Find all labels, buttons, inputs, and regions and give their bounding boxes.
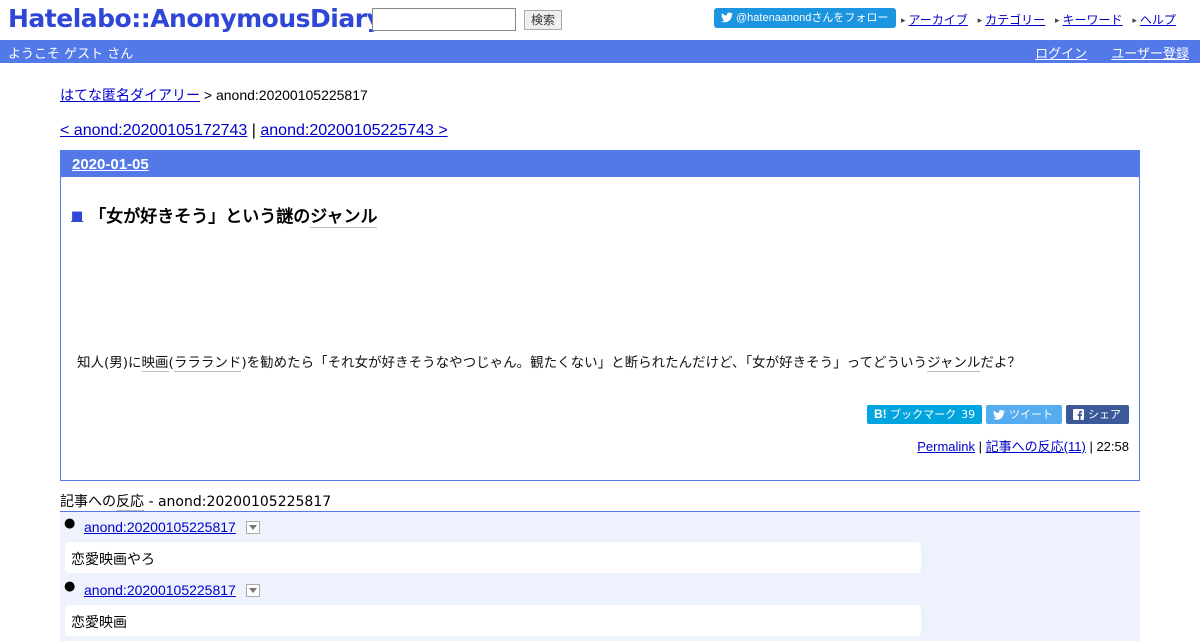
dropdown-triangle-icon bbox=[249, 525, 257, 530]
register-link[interactable]: ユーザー登録 bbox=[1111, 47, 1189, 62]
keyword-link[interactable]: 反応 bbox=[116, 494, 144, 511]
keyword-link[interactable]: ランド bbox=[200, 355, 242, 372]
chevron-right-icon: ▸ bbox=[977, 16, 983, 26]
hatena-bookmark-label: ブックマーク bbox=[890, 408, 957, 421]
reference-excerpt: 恋愛映画 bbox=[65, 605, 921, 636]
prev-entry-link[interactable]: < anond:20200105172743 bbox=[60, 122, 247, 139]
tweet-label: ツイート bbox=[1009, 408, 1053, 421]
breadcrumb-separator: > bbox=[203, 87, 213, 103]
body-text: 知人(男)に bbox=[77, 355, 142, 371]
keyword-link[interactable]: 映画 bbox=[141, 355, 169, 372]
references-title-text: - anond:20200105225817 bbox=[144, 494, 332, 510]
keyword-link[interactable]: ラ bbox=[187, 355, 201, 372]
bookmark-count: 39 bbox=[961, 408, 976, 421]
hatena-b-icon: B! bbox=[874, 407, 887, 421]
top-nav: ▸ アーカイブ ▸ カテゴリー ▸ キーワード ▸ ヘルプ bbox=[901, 11, 1182, 28]
reference-link[interactable]: anond:20200105225817 bbox=[84, 519, 236, 535]
body-text: )を勧めたら「それ女が好きそうなやつじゃん。観たくない」と断られたんだけど、「女… bbox=[241, 355, 927, 371]
login-link[interactable]: ログイン bbox=[1035, 47, 1087, 62]
breadcrumb: はてな匿名ダイアリー > anond:20200105225817 bbox=[60, 85, 368, 105]
permalink-link[interactable]: Permalink bbox=[917, 439, 975, 454]
nav-keyword[interactable]: キーワード bbox=[1063, 13, 1123, 27]
entry-permalink-square[interactable]: ■ bbox=[71, 209, 83, 224]
next-entry-link[interactable]: anond:20200105225743 > bbox=[260, 122, 447, 139]
bullet-icon: ● bbox=[64, 579, 76, 594]
reactions-link[interactable]: 記事への反応(11) bbox=[986, 439, 1086, 454]
dropdown-triangle-icon bbox=[249, 588, 257, 593]
tweet-button[interactable]: ツイート bbox=[986, 405, 1062, 424]
footer-separator: | bbox=[978, 439, 983, 454]
entry-date-link[interactable]: 2020-01-05 bbox=[72, 156, 149, 173]
reference-menu-button[interactable] bbox=[246, 521, 260, 534]
entry-pager: < anond:20200105172743 | anond:202001052… bbox=[60, 122, 448, 140]
entry-title: ■ 「女が好きそう」という謎のジャンル bbox=[71, 202, 378, 228]
entry-body: 知人(男)に映画(ララランド)を勧めたら「それ女が好きそうなやつじゃん。観たくな… bbox=[77, 351, 1021, 372]
twitter-bird-icon bbox=[721, 12, 733, 23]
breadcrumb-home[interactable]: はてな匿名ダイアリー bbox=[60, 87, 200, 103]
facebook-icon bbox=[1073, 409, 1084, 420]
share-buttons: B! ブックマーク 39 ツイート シェア bbox=[863, 405, 1129, 425]
reference-excerpt: 恋愛映画やろ bbox=[65, 542, 921, 573]
search-input[interactable] bbox=[372, 8, 516, 31]
nav-category[interactable]: カテゴリー bbox=[985, 13, 1045, 27]
welcome-text: ようこそ ゲスト さん bbox=[8, 47, 134, 62]
references-title-text: 記事への bbox=[60, 494, 116, 510]
twitter-bird-icon bbox=[993, 410, 1005, 420]
entry-time: 22:58 bbox=[1096, 439, 1129, 454]
entry-title-text: 「女が好きそう」という謎の bbox=[89, 207, 311, 227]
footer-separator: | bbox=[1089, 439, 1093, 454]
facebook-share-label: シェア bbox=[1088, 408, 1121, 421]
user-bar: ようこそ ゲスト さん ログイン ユーザー登録 bbox=[0, 40, 1200, 63]
keyword-link[interactable]: ジャンル bbox=[927, 355, 981, 372]
hatena-bookmark-button[interactable]: B! ブックマーク 39 bbox=[867, 405, 982, 424]
bullet-icon: ● bbox=[64, 516, 76, 531]
chevron-right-icon: ▸ bbox=[901, 16, 906, 26]
chevron-right-icon: ▸ bbox=[1132, 16, 1137, 26]
entry-day-box: 2020-01-05 ■ 「女が好きそう」という謎のジャンル 知人(男)に映画(ラ… bbox=[60, 150, 1140, 481]
references-list: ● anond:20200105225817 恋愛映画やろ ● anond:20… bbox=[60, 511, 1140, 641]
search-button[interactable]: 検索 bbox=[524, 10, 562, 30]
nav-help[interactable]: ヘルプ bbox=[1140, 13, 1176, 27]
reference-menu-button[interactable] bbox=[246, 584, 260, 597]
nav-archive[interactable]: アーカイブ bbox=[909, 13, 968, 27]
chevron-right-icon: ▸ bbox=[1055, 16, 1060, 26]
references-title: 記事への反応 - anond:20200105225817 bbox=[60, 491, 331, 511]
twitter-follow-button[interactable]: @hatenaanondさんをフォロー bbox=[714, 8, 896, 28]
entry-footer: Permalink | 記事への反応(11) | 22:58 bbox=[917, 436, 1129, 455]
breadcrumb-current: anond:20200105225817 bbox=[215, 87, 368, 103]
body-text: だよ？ bbox=[980, 355, 1021, 371]
keyword-link[interactable]: ジャンル bbox=[310, 207, 378, 228]
facebook-share-button[interactable]: シェア bbox=[1066, 405, 1129, 424]
day-header: 2020-01-05 bbox=[61, 151, 1139, 177]
site-logo[interactable]: Hatelabo::AnonymousDiary bbox=[8, 4, 383, 33]
site-header: Hatelabo::AnonymousDiary 検索 @hatenaanond… bbox=[0, 0, 1200, 40]
reference-link[interactable]: anond:20200105225817 bbox=[84, 582, 236, 598]
keyword-link[interactable]: ラ bbox=[173, 355, 188, 372]
pager-separator: | bbox=[251, 122, 256, 139]
follow-label: @hatenaanondさんをフォロー bbox=[736, 12, 889, 24]
